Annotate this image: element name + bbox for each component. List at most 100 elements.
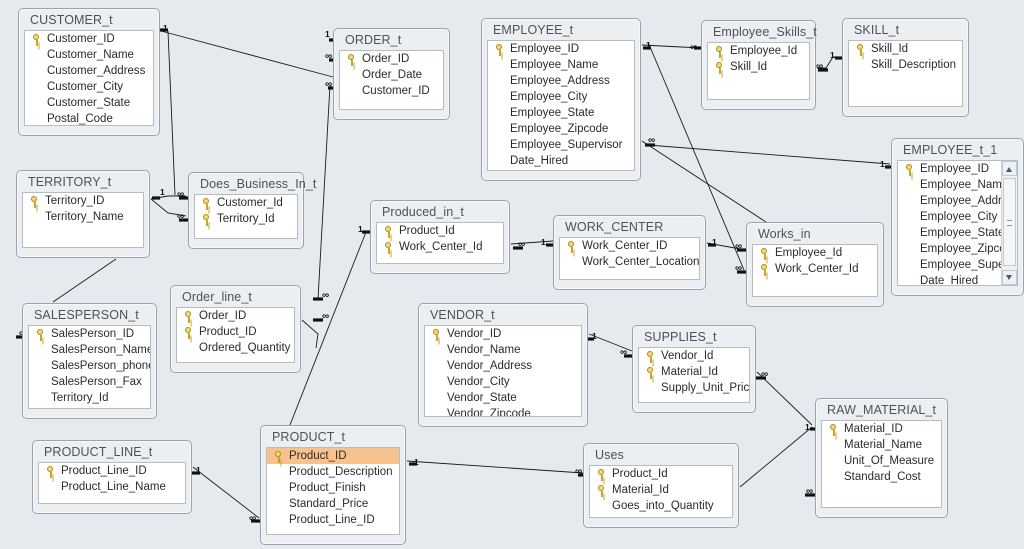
field-row[interactable]: Product_Id — [590, 466, 732, 482]
table-window-employee_t_1[interactable]: EMPLOYEE_t_1 Employee_ID Employee_Nam Emplo… — [891, 138, 1024, 296]
field-row[interactable]: Product_Line_ID — [267, 512, 399, 528]
table-window-vendor_t[interactable]: VENDOR_t Vendor_ID Vendor_Name Vendor_Addre… — [418, 303, 588, 427]
field-row[interactable]: Employee_Supe — [898, 257, 1017, 273]
scroll-up-arrow-icon[interactable] — [1002, 161, 1017, 176]
field-list-does_business_in_t[interactable]: Customer_Id Territory_Id — [194, 194, 298, 239]
table-window-work_center[interactable]: WORK_CENTER Work_Center_ID Work_Center_Loc… — [553, 215, 706, 290]
field-row[interactable]: Product_Line_ID — [39, 463, 185, 479]
field-row[interactable]: Material_Name — [822, 437, 941, 453]
field-list-product_t[interactable]: Product_ID Product_Description Product_Fin… — [266, 447, 400, 535]
field-row[interactable]: Territory_Name — [23, 209, 143, 225]
field-row[interactable]: Date_Hired — [488, 153, 634, 169]
field-row[interactable]: Employee_Zipco — [898, 241, 1017, 257]
table-window-employee_skills_t[interactable]: Employee_Skills_t Employee_Id Skill_Id — [701, 20, 817, 110]
field-list-customer_t[interactable]: Customer_ID Customer_Name Customer_Address… — [24, 30, 154, 126]
field-list-product_line_t[interactable]: Product_Line_ID Product_Line_Name — [38, 462, 186, 504]
table-window-order_line_t[interactable]: Order_line_t Order_ID Product_ID Ordered_Qu… — [170, 285, 301, 373]
field-list-skill_t[interactable]: Skill_Id Skill_Description — [848, 40, 963, 107]
field-row[interactable]: Vendor_Name — [425, 342, 581, 358]
field-list-works_in[interactable]: Employee_Id Work_Center_Id — [752, 244, 878, 297]
field-row[interactable]: Product_Finish — [267, 480, 399, 496]
field-row[interactable]: Employee_State — [898, 225, 1017, 241]
field-row[interactable]: Vendor_Address — [425, 358, 581, 374]
field-row[interactable]: Employee_Id — [708, 43, 809, 59]
field-row[interactable]: Goes_into_Quantity — [590, 498, 732, 514]
field-row[interactable]: Skill_Id — [708, 59, 809, 75]
field-row[interactable]: Skill_Id — [849, 41, 962, 57]
table-window-produced_in_t[interactable]: Produced_in_t Product_Id Work_Center_Id — [370, 200, 510, 274]
field-row[interactable]: SalesPerson_Fax — [29, 374, 150, 390]
field-list-order_t[interactable]: Order_ID Order_Date Customer_ID — [339, 50, 444, 110]
table-window-works_in[interactable]: Works_in Employee_Id Work_Center_Id — [746, 222, 884, 307]
field-list-territory_t[interactable]: Territory_ID Territory_Name — [22, 192, 144, 248]
field-row[interactable]: Employee_Id — [753, 245, 877, 261]
table-window-raw_material_t[interactable]: RAW_MATERIAL_t Material_ID Material_Name Un… — [815, 398, 948, 518]
field-row[interactable]: Customer_ID — [340, 83, 443, 99]
field-row[interactable]: Work_Center_Id — [753, 261, 877, 277]
field-row[interactable]: Employee_ID — [898, 161, 1017, 177]
field-row[interactable]: SalesPerson_Name — [29, 342, 150, 358]
field-row[interactable]: Order_ID — [340, 51, 443, 67]
field-row[interactable]: Employee_Supervisor — [488, 137, 634, 153]
field-row[interactable]: Employee_Zipcode — [488, 121, 634, 137]
relationships-canvas[interactable]: 1∞1∞1∞∞1∞∞∞∞11∞∞1∞1∞∞11∞∞1∞∞11∞ CUSTOMER… — [0, 0, 1024, 549]
field-list-uses[interactable]: Product_Id Material_Id Goes_into_Quantity — [589, 465, 733, 518]
field-row[interactable]: Vendor_Id — [639, 348, 749, 364]
field-row[interactable]: Employee_Name — [488, 57, 634, 73]
field-row[interactable]: Order_ID — [177, 308, 294, 324]
field-row[interactable]: Vendor_City — [425, 374, 581, 390]
field-row[interactable]: Skill_Description — [849, 57, 962, 73]
field-row[interactable]: SalesPerson_ID — [29, 326, 150, 342]
field-row[interactable]: Supply_Unit_Price — [639, 380, 749, 396]
field-row[interactable]: Customer_Address — [25, 63, 153, 79]
field-row[interactable]: Material_Id — [590, 482, 732, 498]
table-window-salesperson_t[interactable]: SALESPERSON_t SalesPerson_ID SalesPerson_N… — [22, 303, 157, 419]
field-row[interactable]: Territory_ID — [23, 193, 143, 209]
field-row[interactable]: Vendor_Zipcode — [425, 406, 581, 416]
field-row[interactable]: Ordered_Quantity — [177, 340, 294, 356]
field-row[interactable]: Employee_Addr — [898, 193, 1017, 209]
field-row[interactable]: Work_Center_Id — [377, 239, 503, 255]
field-list-employee_t[interactable]: Employee_ID Employee_Name Employee_Address… — [487, 40, 635, 171]
field-row[interactable]: Employee_State — [488, 105, 634, 121]
field-row[interactable]: Postal_Code — [25, 111, 153, 125]
field-row[interactable]: Employee_ID — [488, 41, 634, 57]
field-row[interactable]: Product_ID — [177, 324, 294, 340]
table-window-product_t[interactable]: PRODUCT_t Product_ID Product_Description Pr… — [260, 425, 406, 545]
field-list-produced_in_t[interactable]: Product_Id Work_Center_Id — [376, 222, 504, 264]
field-row[interactable]: Vendor_ID — [425, 326, 581, 342]
field-row[interactable]: Vendor_State — [425, 390, 581, 406]
field-row[interactable]: Date_Hired — [898, 273, 1017, 285]
table-window-order_t[interactable]: ORDER_t Order_ID Order_Date Customer_ID — [333, 28, 450, 120]
field-row[interactable]: Product_Line_Name — [39, 479, 185, 495]
field-row[interactable]: Employee_City — [898, 209, 1017, 225]
field-row[interactable]: Employee_Nam — [898, 177, 1017, 193]
field-list-vendor_t[interactable]: Vendor_ID Vendor_Name Vendor_Address Vendor… — [424, 325, 582, 417]
field-row[interactable]: Work_Center_ID — [560, 238, 699, 254]
table-window-supplies_t[interactable]: SUPPLIES_t Vendor_Id Material_Id Supply_Uni… — [632, 325, 756, 413]
field-row[interactable]: Customer_ID — [25, 31, 153, 47]
field-list-work_center[interactable]: Work_Center_ID Work_Center_Location — [559, 237, 700, 280]
field-row[interactable]: Standard_Price — [267, 496, 399, 512]
field-row-selected[interactable]: Product_ID — [267, 448, 399, 464]
field-row[interactable]: Customer_Id — [195, 195, 297, 211]
table-window-customer_t[interactable]: CUSTOMER_t Customer_ID Customer_Name Custom… — [18, 8, 160, 136]
field-row[interactable]: Material_Id — [639, 364, 749, 380]
table-window-product_line_t[interactable]: PRODUCT_LINE_t Product_Line_ID Product_Lin… — [32, 440, 192, 514]
field-row[interactable]: Unit_Of_Measure — [822, 453, 941, 469]
field-list-supplies_t[interactable]: Vendor_Id Material_Id Supply_Unit_Price — [638, 347, 750, 403]
field-list-vertical-scrollbar[interactable] — [1001, 161, 1017, 285]
field-list-employee_t_1[interactable]: Employee_ID Employee_Nam Employee_Addr Empl… — [897, 160, 1018, 286]
field-list-employee_skills_t[interactable]: Employee_Id Skill_Id — [707, 42, 810, 100]
table-window-uses[interactable]: Uses Product_Id Material_Id Goes_into_Quant… — [583, 443, 739, 528]
field-row[interactable]: Work_Center_Location — [560, 254, 699, 270]
field-row[interactable]: Product_Description — [267, 464, 399, 480]
field-row[interactable]: Customer_Name — [25, 47, 153, 63]
field-row[interactable]: SalesPerson_phone — [29, 358, 150, 374]
table-window-does_business_in_t[interactable]: Does_Business_In_t Customer_Id Territory_I… — [188, 172, 316, 249]
field-row[interactable]: Territory_Id — [29, 390, 150, 406]
field-row[interactable]: Order_Date — [340, 67, 443, 83]
field-row[interactable]: Territory_Id — [195, 211, 297, 227]
field-list-raw_material_t[interactable]: Material_ID Material_Name Unit_Of_Measure S… — [821, 420, 942, 508]
scrollbar-thumb[interactable] — [1003, 178, 1016, 266]
